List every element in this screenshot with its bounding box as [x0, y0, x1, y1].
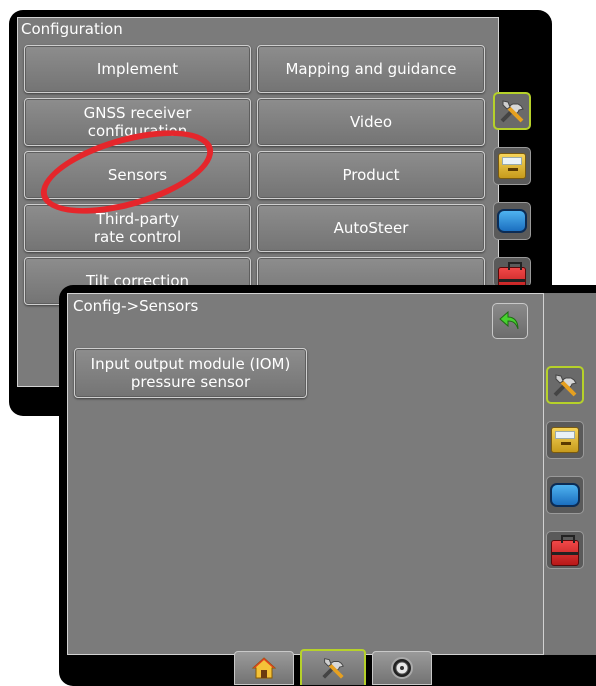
job-folder-icon [498, 153, 526, 179]
job-tab[interactable] [493, 147, 531, 185]
tools-tab-front[interactable] [546, 531, 584, 569]
toolbox-icon [498, 261, 526, 287]
configuration-tab[interactable] [493, 92, 531, 130]
job-tab-front[interactable] [546, 421, 584, 459]
back-arrow-icon [499, 310, 519, 330]
back-button[interactable] [492, 303, 528, 339]
sensors-title: Config->Sensors [73, 297, 199, 315]
third-party-rate-control-button[interactable]: Third-party rate control [24, 204, 251, 252]
video-button[interactable]: Video [257, 98, 485, 146]
display-screen-icon [550, 483, 580, 507]
display-screen-icon [497, 209, 527, 233]
toolbox-icon [551, 535, 579, 566]
mapping-and-guidance-button[interactable]: Mapping and guidance [257, 45, 485, 93]
display-tab-front[interactable] [546, 476, 584, 514]
sensors-screen: Config->Sensors Input output module (IOM… [59, 285, 596, 686]
guidance-tab[interactable] [372, 651, 432, 685]
home-icon [251, 657, 277, 679]
display-tab[interactable] [493, 202, 531, 240]
configuration-title: Configuration [21, 20, 123, 38]
configuration-tab-front[interactable] [546, 366, 584, 404]
implement-button[interactable]: Implement [24, 45, 251, 93]
configuration-bottom-tab[interactable] [300, 649, 366, 685]
configuration-tools-icon [322, 658, 344, 679]
iom-pressure-sensor-button[interactable]: Input output module (IOM) pressure senso… [74, 348, 307, 398]
autosteer-button[interactable]: AutoSteer [257, 204, 485, 252]
configuration-tools-icon [500, 100, 524, 123]
guidance-wheel-icon [391, 657, 413, 679]
tools-tab[interactable] [493, 257, 531, 287]
job-folder-icon [551, 427, 579, 453]
configuration-tools-icon [553, 374, 577, 397]
product-button[interactable]: Product [257, 151, 485, 199]
sensors-side-rail [544, 293, 596, 655]
home-tab[interactable] [234, 651, 294, 685]
